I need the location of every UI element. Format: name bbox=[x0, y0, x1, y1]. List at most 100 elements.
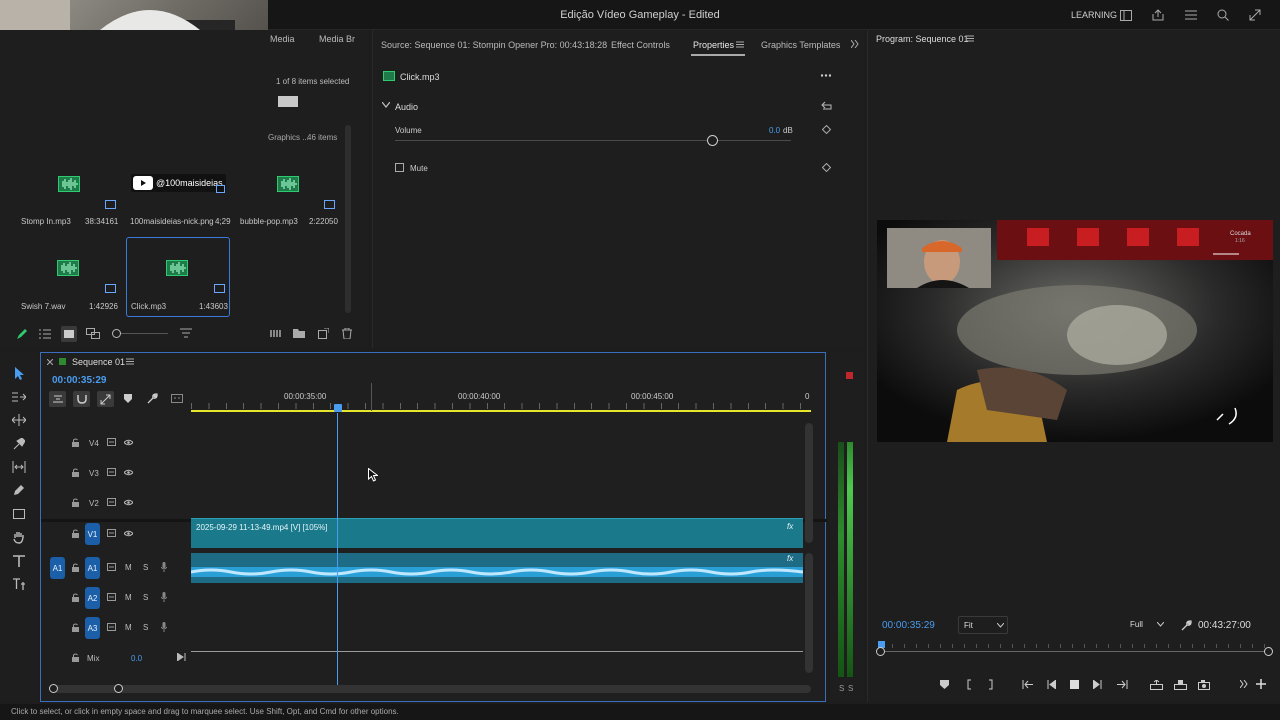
hscroll-right-handle[interactable] bbox=[114, 684, 123, 693]
project-item-bubble-pop[interactable]: bubble-pop.mp3 2:22050 bbox=[236, 155, 344, 233]
type-tool-icon[interactable] bbox=[10, 552, 28, 570]
selection-tool-icon[interactable] bbox=[10, 364, 28, 382]
sync-lock-icon[interactable] bbox=[107, 563, 116, 571]
track-label[interactable]: V3 bbox=[89, 469, 99, 478]
project-scrollbar[interactable] bbox=[345, 125, 351, 313]
playhead-line[interactable] bbox=[337, 413, 338, 687]
eye-icon[interactable] bbox=[124, 530, 133, 537]
step-back-icon[interactable] bbox=[1047, 680, 1056, 689]
eye-icon[interactable] bbox=[124, 499, 133, 506]
razor-tool-icon[interactable] bbox=[10, 435, 28, 453]
volume-value[interactable]: 0.0 bbox=[769, 126, 780, 135]
go-to-in-icon[interactable] bbox=[1022, 680, 1034, 689]
fullscreen-icon[interactable] bbox=[1248, 8, 1262, 22]
meter-solo-left[interactable]: S bbox=[839, 684, 844, 693]
stop-icon[interactable] bbox=[1070, 680, 1079, 689]
solo-toggle[interactable]: S bbox=[143, 623, 148, 632]
extract-icon[interactable] bbox=[1174, 680, 1187, 690]
zoom-handle-right[interactable] bbox=[1264, 647, 1273, 656]
source-patch-a1[interactable]: A1 bbox=[50, 557, 65, 579]
overflow-chevron-icon[interactable] bbox=[851, 40, 859, 48]
search-icon[interactable] bbox=[1216, 8, 1230, 22]
track-target-a2[interactable]: A2 bbox=[85, 587, 100, 609]
tab-effect-controls[interactable]: Effect Controls bbox=[611, 40, 670, 50]
rectangle-tool-icon[interactable] bbox=[10, 505, 28, 523]
lock-icon[interactable] bbox=[72, 498, 79, 507]
keyframe-diamond-icon[interactable] bbox=[822, 163, 831, 172]
lock-icon[interactable] bbox=[72, 563, 79, 572]
microphone-icon[interactable] bbox=[161, 592, 167, 602]
timeline-vscroll-top[interactable] bbox=[805, 423, 813, 543]
lock-icon[interactable] bbox=[72, 623, 79, 632]
meter-solo-right[interactable]: S bbox=[848, 684, 853, 693]
sequence-tab[interactable]: Sequence 01 bbox=[72, 357, 125, 367]
track-select-tool-icon[interactable] bbox=[10, 388, 28, 406]
zoom-handle-left[interactable] bbox=[876, 647, 885, 656]
lock-icon[interactable] bbox=[72, 593, 79, 602]
fx-badge[interactable]: fx bbox=[787, 522, 793, 531]
close-icon[interactable] bbox=[47, 359, 53, 365]
more-options-icon[interactable] bbox=[821, 74, 831, 77]
lock-icon[interactable] bbox=[72, 529, 79, 538]
sync-lock-icon[interactable] bbox=[107, 468, 116, 476]
trash-icon[interactable] bbox=[342, 328, 352, 339]
add-button-icon[interactable] bbox=[1256, 679, 1266, 689]
clip-indicator[interactable] bbox=[846, 372, 853, 379]
wrench-icon[interactable] bbox=[147, 393, 158, 404]
go-to-end-icon[interactable] bbox=[177, 653, 186, 661]
solo-toggle[interactable]: S bbox=[143, 593, 148, 602]
timeline-hscroll[interactable] bbox=[49, 684, 811, 693]
ripple-edit-tool-icon[interactable] bbox=[10, 411, 28, 429]
work-area-bar[interactable] bbox=[191, 410, 811, 412]
program-scrub-bar[interactable] bbox=[876, 641, 1274, 657]
project-item-click[interactable]: Click.mp3 1:43603 bbox=[126, 237, 230, 317]
captions-icon[interactable] bbox=[171, 394, 183, 403]
window-layout-icon[interactable] bbox=[1119, 8, 1133, 22]
lock-icon[interactable] bbox=[72, 438, 79, 447]
chevron-down-icon[interactable] bbox=[382, 102, 390, 108]
workspace-label[interactable]: LEARNING bbox=[1071, 10, 1117, 20]
solo-toggle[interactable]: S bbox=[143, 563, 148, 572]
tab-properties[interactable]: Properties bbox=[693, 40, 734, 50]
overflow-chevron-icon[interactable] bbox=[1240, 680, 1248, 688]
sync-lock-icon[interactable] bbox=[107, 498, 116, 506]
mix-value[interactable]: 0.0 bbox=[131, 654, 142, 663]
mute-checkbox[interactable] bbox=[395, 163, 404, 172]
track-target-a3[interactable]: A3 bbox=[85, 617, 100, 639]
export-frame-icon[interactable] bbox=[1198, 680, 1210, 690]
sync-lock-icon[interactable] bbox=[107, 593, 116, 601]
menu-icon[interactable] bbox=[1184, 8, 1198, 22]
video-clip-v1[interactable]: 2025-09-29 11-13-49.mp4 [V] [105%] fx bbox=[191, 518, 803, 548]
timeline-vscroll-bottom[interactable] bbox=[805, 553, 813, 673]
mix-volume-line[interactable] bbox=[191, 651, 803, 652]
share-icon[interactable] bbox=[1151, 8, 1165, 22]
new-item-icon[interactable] bbox=[318, 328, 329, 339]
lift-icon[interactable] bbox=[1150, 680, 1163, 690]
lock-icon[interactable] bbox=[72, 653, 79, 662]
tab-menu-icon[interactable] bbox=[126, 358, 134, 365]
linked-selection-icon[interactable] bbox=[97, 391, 114, 407]
program-video-frame[interactable]: Cocada 1:16 bbox=[877, 220, 1273, 442]
slip-tool-icon[interactable] bbox=[10, 458, 28, 476]
keyframe-diamond-icon[interactable] bbox=[822, 125, 831, 134]
track-label[interactable]: V4 bbox=[89, 439, 99, 448]
tab-menu-icon[interactable] bbox=[736, 41, 744, 48]
mute-toggle[interactable]: M bbox=[125, 563, 132, 572]
captions-tool-icon[interactable] bbox=[10, 575, 28, 593]
tab-media[interactable]: Media bbox=[270, 34, 295, 44]
project-item-100maisideias-nick[interactable]: @100maisideias 100maisideias-nick.png 4;… bbox=[126, 155, 234, 233]
tab-program[interactable]: Program: Sequence 01 bbox=[876, 34, 969, 44]
sync-lock-icon[interactable] bbox=[107, 623, 116, 631]
microphone-icon[interactable] bbox=[161, 562, 167, 572]
sort-icon[interactable] bbox=[180, 328, 192, 339]
project-item-stomp-in[interactable]: Stomp In.mp3 38:34161 bbox=[14, 155, 122, 233]
quality-dropdown[interactable]: Full bbox=[1125, 616, 1169, 634]
mute-toggle[interactable]: M bbox=[125, 593, 132, 602]
lock-icon[interactable] bbox=[72, 468, 79, 477]
zoom-slider[interactable] bbox=[112, 329, 168, 339]
go-to-out-icon[interactable] bbox=[1116, 680, 1128, 689]
freeform-view-icon[interactable] bbox=[86, 328, 100, 339]
fit-dropdown[interactable]: Fit bbox=[958, 616, 1008, 634]
sync-lock-icon[interactable] bbox=[107, 438, 116, 446]
step-forward-icon[interactable] bbox=[1093, 680, 1102, 689]
